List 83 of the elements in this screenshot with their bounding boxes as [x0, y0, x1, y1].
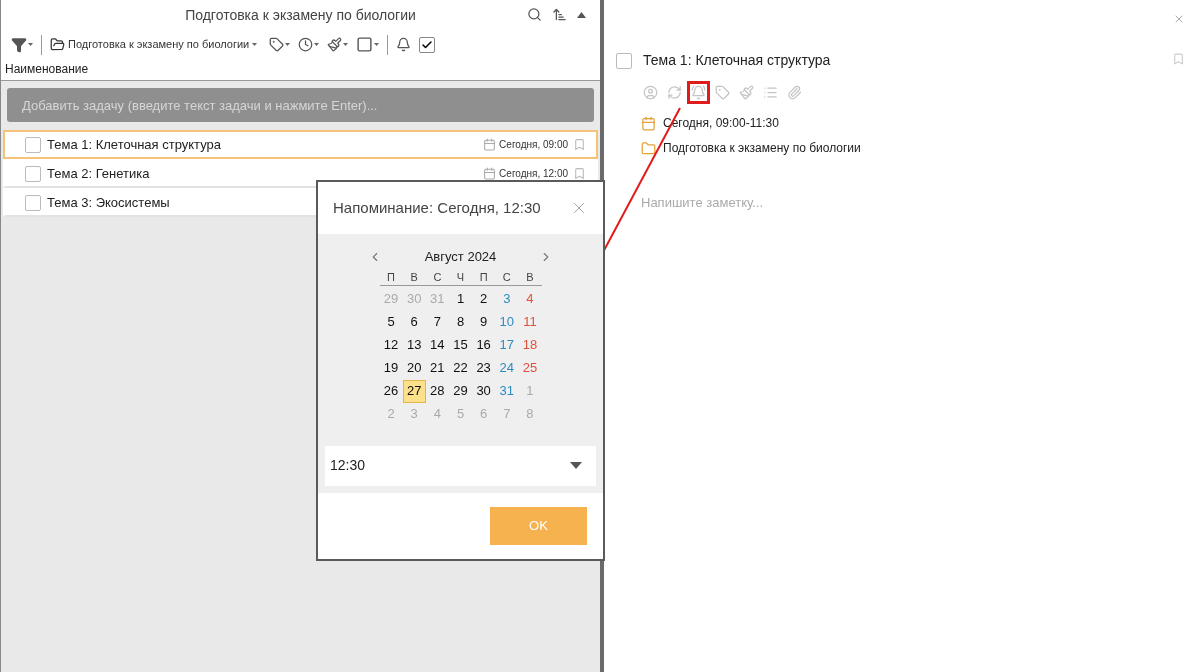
calendar-day[interactable]: 30	[472, 379, 496, 403]
calendar-day[interactable]: 12	[379, 333, 403, 357]
close-icon[interactable]	[1173, 13, 1185, 25]
caret-icon	[374, 43, 380, 46]
weekday-label: В	[409, 269, 419, 285]
collapse-icon[interactable]	[577, 11, 586, 18]
calendar-day[interactable]: 2	[472, 287, 496, 311]
task-checkbox[interactable]	[25, 165, 41, 182]
calendar-day[interactable]: 6	[402, 310, 426, 334]
calendar-icon	[641, 115, 656, 131]
paperclip-icon[interactable]	[787, 85, 802, 100]
calendar-icon	[483, 167, 497, 180]
task-checkbox[interactable]	[616, 52, 632, 69]
check-icon	[421, 38, 434, 51]
due-date: Сегодня, 09:00	[499, 138, 568, 152]
project-dropdown[interactable]: Подготовка к экзамену по биологии	[50, 36, 258, 53]
time-dropdown[interactable]: 12:30	[325, 445, 596, 486]
task-checkbox[interactable]	[25, 136, 41, 153]
calendar-day[interactable]: 21	[425, 356, 449, 380]
caret-icon	[314, 43, 320, 46]
task-title: Тема 2: Генетика	[47, 164, 150, 183]
bell-icon[interactable]	[396, 37, 412, 52]
calendar-day[interactable]: 13	[402, 333, 426, 357]
person-icon[interactable]	[643, 85, 658, 100]
folder-icon	[50, 37, 65, 52]
weekday-label: П	[478, 269, 489, 285]
calendar-day[interactable]: 22	[448, 356, 473, 380]
task-title: Тема 1: Клеточная структура	[643, 51, 831, 70]
calendar-day[interactable]: 15	[448, 333, 473, 357]
note-field[interactable]: Напишите заметку...	[641, 193, 1041, 213]
clock-button[interactable]	[298, 37, 320, 52]
brush-button[interactable]	[327, 37, 349, 52]
task-row[interactable]: Тема 1: Клеточная структура Сегодня, 09:00	[3, 130, 598, 159]
calendar-day[interactable]: 19	[379, 356, 403, 380]
show-completed-checkbox[interactable]	[419, 36, 436, 53]
calendar-day[interactable]: 23	[472, 356, 496, 380]
task-checkbox[interactable]	[25, 194, 41, 211]
calendar-icon	[483, 138, 497, 151]
due-date: Сегодня, 12:00	[499, 167, 568, 181]
calendar-day[interactable]: 9	[472, 310, 496, 334]
search-icon[interactable]	[527, 7, 542, 22]
weekday-label: Ч	[455, 269, 466, 285]
calendar-day[interactable]: 14	[425, 333, 449, 357]
calendar-day[interactable]: 28	[425, 379, 449, 403]
list-title: Подготовка к экзамену по биологии	[185, 5, 416, 25]
sort-icon[interactable]	[552, 7, 567, 22]
calendar-day[interactable]: 20	[402, 356, 426, 380]
month-label: Август 2024	[424, 248, 497, 266]
caret-icon	[285, 43, 291, 46]
caret-icon	[343, 43, 349, 46]
caret-icon	[570, 462, 582, 469]
calendar-day[interactable]: 26	[379, 379, 403, 403]
caret-icon	[252, 43, 258, 46]
checkbox-filter-button[interactable]	[356, 36, 380, 53]
bookmark-icon[interactable]	[573, 138, 586, 151]
brush-icon[interactable]	[739, 85, 754, 100]
task-title: Тема 1: Клеточная структура	[47, 135, 221, 154]
tag-icon[interactable]	[715, 85, 730, 100]
calendar-day[interactable]: 27	[402, 379, 426, 403]
tag-button[interactable]	[269, 37, 291, 52]
weekday-label: С	[432, 269, 443, 285]
add-task-field[interactable]: Добавить задачу (введите текст задачи и нажмите Enter)...	[7, 88, 594, 122]
weekday-label: С	[501, 269, 512, 285]
column-header: Наименование	[5, 61, 89, 78]
weekday-label: П	[386, 269, 396, 285]
caret-icon	[28, 43, 33, 46]
task-title: Тема 3: Экосистемы	[47, 193, 170, 212]
calendar-day[interactable]: 29	[448, 379, 473, 403]
calendar-day[interactable]: 1	[448, 287, 473, 311]
repeat-icon[interactable]	[667, 85, 682, 100]
calendar-day[interactable]: 5	[379, 310, 403, 334]
folder-icon	[641, 140, 656, 156]
filter-button[interactable]	[11, 36, 33, 53]
bookmark-icon[interactable]	[1172, 52, 1185, 66]
list-icon[interactable]	[763, 85, 778, 100]
calendar-day[interactable]: 4	[518, 287, 542, 311]
calendar-day[interactable]: 7	[425, 310, 449, 334]
calendar-day[interactable]: 16	[472, 333, 496, 357]
bookmark-icon[interactable]	[573, 167, 586, 180]
dialog-title: Напоминание: Сегодня, 12:30	[333, 197, 541, 218]
weekday-label: В	[525, 269, 535, 285]
calendar-day[interactable]: 8	[448, 310, 473, 334]
project-text: Подготовка к экзамену по биологии	[663, 140, 861, 157]
